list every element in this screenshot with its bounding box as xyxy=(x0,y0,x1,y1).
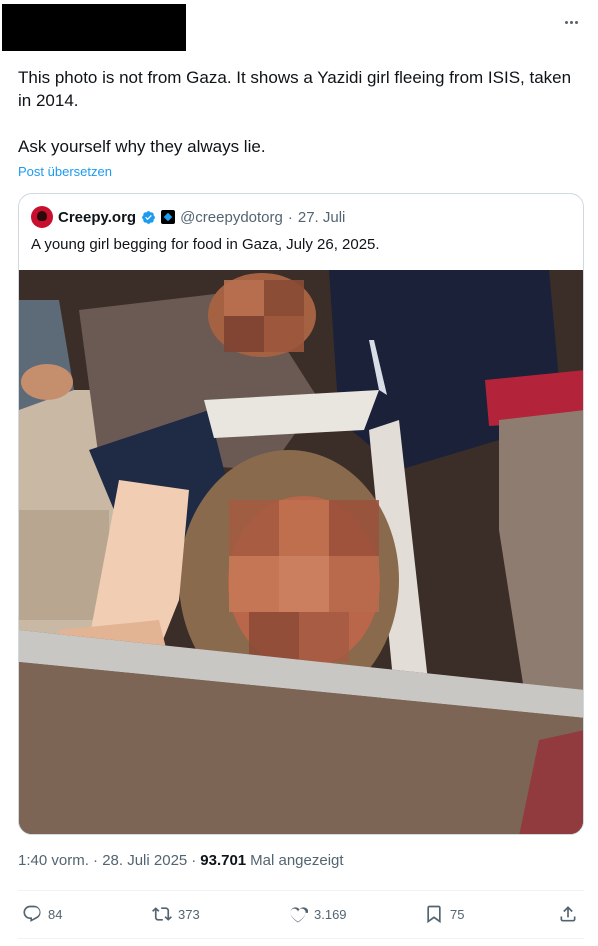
separator: · xyxy=(191,852,197,869)
repost-count: 373 xyxy=(178,906,200,922)
affiliate-badge-icon xyxy=(161,210,176,224)
tweet-meta: 1:40 vorm. · 28. Juli 2025 · 93.701 Mal … xyxy=(18,852,344,869)
quoted-date[interactable]: 27. Juli xyxy=(298,209,346,226)
tweet-text: This photo is not from Gaza. It shows a … xyxy=(18,68,572,156)
quoted-tweet-photo[interactable] xyxy=(19,270,583,834)
bookmark-button[interactable]: 75 xyxy=(424,904,464,924)
photo-illustration xyxy=(19,270,583,834)
redacted-author-bar xyxy=(2,4,186,51)
like-button[interactable]: 3.169 xyxy=(288,904,347,924)
bookmark-icon xyxy=(427,905,441,924)
divider xyxy=(18,938,584,939)
like-icon xyxy=(290,907,308,923)
quoted-author-handle[interactable]: @creepydotorg xyxy=(180,209,283,226)
like-count: 3.169 xyxy=(314,906,347,922)
bookmark-count: 75 xyxy=(450,906,465,922)
quoted-tweet-card[interactable]: Creepy.org @creepydotorg · 27. Juli A yo… xyxy=(18,193,584,835)
views-label: Mal angezeigt xyxy=(250,852,344,869)
separator: · xyxy=(287,208,293,226)
verified-badge-icon xyxy=(142,210,155,224)
more-icon[interactable] xyxy=(560,12,582,32)
action-bar: 84 373 3.169 75 xyxy=(18,890,584,938)
share-button[interactable] xyxy=(558,904,578,924)
translate-link[interactable]: Post übersetzen xyxy=(18,164,112,179)
reply-button[interactable]: 84 xyxy=(22,904,62,924)
views-count: 93.701 xyxy=(200,852,247,869)
repost-icon xyxy=(152,907,172,921)
timestamp[interactable]: 1:40 vorm. · 28. Juli 2025 xyxy=(18,852,187,869)
share-icon xyxy=(560,906,576,922)
reply-count: 84 xyxy=(48,906,63,922)
quoted-author-name[interactable]: Creepy.org xyxy=(58,209,136,226)
reply-icon xyxy=(23,905,41,922)
avatar[interactable] xyxy=(31,206,53,228)
blurred-face-girl xyxy=(228,496,380,668)
quoted-tweet-header: Creepy.org @creepydotorg · 27. Juli xyxy=(31,206,345,228)
quoted-tweet-text: A young girl begging for food in Gaza, J… xyxy=(31,236,380,253)
repost-button[interactable]: 373 xyxy=(152,904,200,924)
blurred-face-top xyxy=(208,273,316,357)
